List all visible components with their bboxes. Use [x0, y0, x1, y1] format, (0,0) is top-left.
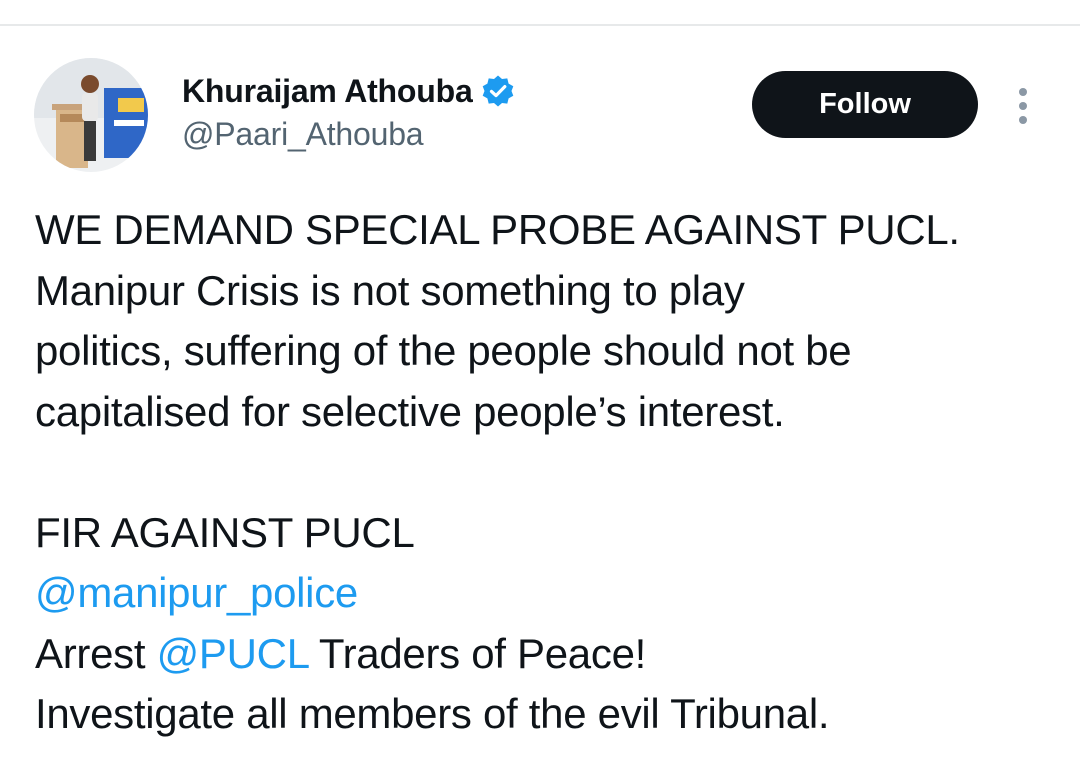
top-divider [0, 24, 1080, 26]
more-options-button[interactable] [1008, 84, 1038, 128]
author-handle[interactable]: @Paari_Athouba [182, 116, 424, 153]
author-name-row[interactable]: Khuraijam Athouba [182, 70, 515, 112]
more-vertical-icon-dot [1019, 102, 1027, 110]
tweet-line: politics, suffering of the people should… [35, 327, 852, 374]
more-vertical-icon-dot [1019, 116, 1027, 124]
follow-button[interactable]: Follow [752, 71, 978, 138]
tweet-text-fragment: Traders of Peace! [308, 629, 646, 677]
tweet-line: capitalised for selective people’s inter… [35, 387, 785, 435]
mention-link-pucl[interactable]: @PUCL [157, 630, 309, 677]
tweet-line: Investigate all members of the evil Trib… [35, 690, 830, 737]
mention-link-manipur-police[interactable]: @manipur_police [35, 569, 358, 616]
profile-photo-icon [34, 58, 148, 172]
paragraph-break [35, 442, 1075, 503]
display-name[interactable]: Khuraijam Athouba [182, 73, 473, 110]
tweet-text: WE DEMAND SPECIAL PROBE AGAINST PUCL. Ma… [35, 200, 1075, 745]
tweet-line-arrest: Arrest @PUCL Traders of Peace! [35, 624, 1075, 685]
verified-badge-icon [481, 74, 515, 108]
more-vertical-icon [1019, 88, 1027, 96]
tweet-text-fragment: Arrest [35, 629, 157, 677]
avatar[interactable] [34, 58, 148, 172]
tweet-line-mention: @manipur_police [35, 563, 1075, 624]
tweet-line: FIR AGAINST PUCL [35, 508, 415, 556]
tweet-line: WE DEMAND SPECIAL PROBE AGAINST PUCL. [35, 206, 960, 253]
tweet-line: Manipur Crisis is not something to play [35, 266, 745, 314]
